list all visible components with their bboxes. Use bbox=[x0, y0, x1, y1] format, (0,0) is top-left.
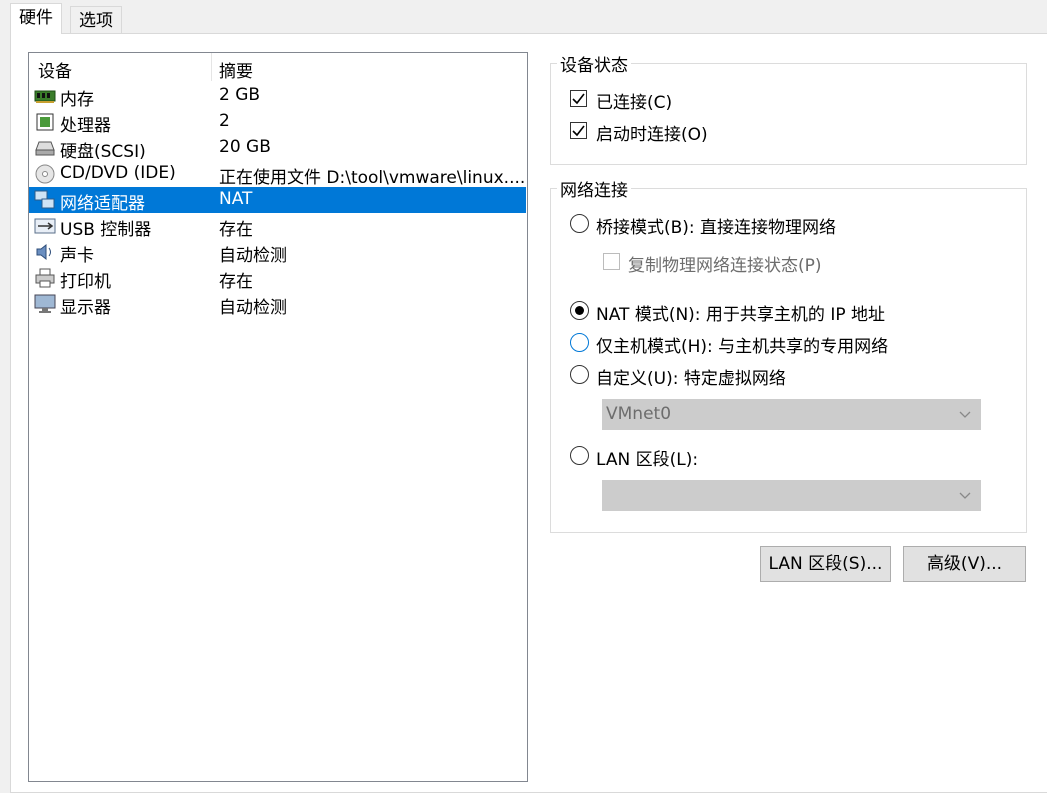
device-name: 网络适配器 bbox=[60, 194, 145, 214]
checkmark-icon bbox=[572, 125, 585, 137]
device-status-group: 设备状态 已连接(C) 启动时连接(O) bbox=[550, 51, 1027, 165]
device-list-header: 设备 摘要 bbox=[29, 53, 527, 83]
cd-dvd-icon bbox=[35, 164, 55, 184]
usb-icon bbox=[34, 218, 56, 234]
device-name: 打印机 bbox=[60, 272, 111, 292]
lan-segment-label[interactable]: LAN 区段(L): bbox=[596, 445, 698, 470]
lan-segments-button-label: LAN 区段(S)... bbox=[768, 554, 883, 574]
device-summary: 2 bbox=[219, 111, 230, 131]
column-header-device[interactable]: 设备 bbox=[38, 57, 72, 82]
lan-segment-select[interactable] bbox=[602, 480, 981, 511]
connect-at-power-on-checkbox[interactable] bbox=[570, 122, 587, 139]
lan-segment-radio[interactable] bbox=[570, 446, 589, 465]
tab-hardware[interactable]: 硬件 bbox=[10, 3, 62, 34]
device-row-memory[interactable]: 内存 2 GB bbox=[29, 83, 526, 110]
custom-radio[interactable] bbox=[570, 365, 589, 384]
replicate-state-checkbox[interactable] bbox=[603, 253, 620, 270]
device-name: 处理器 bbox=[60, 116, 111, 136]
device-name: 显示器 bbox=[60, 298, 111, 318]
device-list[interactable]: 设备 摘要 内存 2 GB 处理器 2 硬盘(SCSI) 20 GB CD/DV… bbox=[28, 52, 528, 782]
connected-label[interactable]: 已连接(C) bbox=[596, 88, 672, 113]
bridged-label[interactable]: 桥接模式(B): 直接连接物理网络 bbox=[596, 213, 836, 238]
device-summary: 存在 bbox=[219, 220, 253, 240]
display-icon bbox=[34, 294, 56, 313]
chevron-down-icon bbox=[959, 411, 971, 418]
processor-icon bbox=[36, 113, 54, 131]
hard-disk-icon bbox=[35, 141, 55, 156]
nat-label[interactable]: NAT 模式(N): 用于共享主机的 IP 地址 bbox=[596, 300, 885, 325]
column-divider[interactable] bbox=[211, 53, 212, 81]
radio-selected-dot bbox=[575, 306, 584, 315]
device-summary: 自动检测 bbox=[219, 298, 287, 318]
custom-network-select[interactable]: VMnet0 bbox=[602, 399, 981, 430]
lan-segments-button[interactable]: LAN 区段(S)... bbox=[760, 546, 891, 582]
device-name: 声卡 bbox=[60, 246, 94, 266]
device-summary: 自动检测 bbox=[219, 246, 287, 266]
printer-icon bbox=[35, 268, 55, 288]
host-only-label[interactable]: 仅主机模式(H): 与主机共享的专用网络 bbox=[596, 332, 888, 357]
device-summary: 正在使用文件 D:\tool\vmware\linux.... bbox=[219, 168, 526, 188]
nat-radio[interactable] bbox=[570, 301, 589, 320]
custom-network-value: VMnet0 bbox=[606, 404, 672, 424]
checkmark-icon bbox=[572, 93, 585, 105]
sound-card-icon bbox=[36, 243, 51, 261]
connected-checkbox[interactable] bbox=[570, 90, 587, 107]
network-connection-group: 网络连接 桥接模式(B): 直接连接物理网络 复制物理网络连接状态(P) NAT… bbox=[550, 176, 1027, 533]
device-row-cd-dvd[interactable]: CD/DVD (IDE) 正在使用文件 D:\tool\vmware\linux… bbox=[29, 161, 526, 188]
connect-at-power-on-label[interactable]: 启动时连接(O) bbox=[596, 120, 708, 145]
device-name: 内存 bbox=[60, 90, 94, 110]
host-only-radio[interactable] bbox=[570, 333, 589, 352]
replicate-state-label[interactable]: 复制物理网络连接状态(P) bbox=[628, 251, 822, 276]
device-row-hard-disk[interactable]: 硬盘(SCSI) 20 GB bbox=[29, 135, 526, 162]
device-name: CD/DVD (IDE) bbox=[60, 163, 176, 183]
device-row-network-adapter[interactable]: 网络适配器 NAT bbox=[29, 187, 526, 214]
memory-icon bbox=[34, 90, 56, 103]
device-row-usb-controller[interactable]: USB 控制器 存在 bbox=[29, 213, 526, 240]
device-name: 硬盘(SCSI) bbox=[60, 142, 146, 162]
device-row-processor[interactable]: 处理器 2 bbox=[29, 109, 526, 136]
advanced-button-label: 高级(V)... bbox=[926, 554, 1003, 574]
device-row-display[interactable]: 显示器 自动检测 bbox=[29, 291, 526, 318]
device-summary: 20 GB bbox=[219, 137, 271, 157]
advanced-button[interactable]: 高级(V)... bbox=[903, 546, 1026, 582]
device-row-sound-card[interactable]: 声卡 自动检测 bbox=[29, 239, 526, 266]
tab-hardware-label: 硬件 bbox=[19, 8, 53, 28]
chevron-down-icon bbox=[959, 492, 971, 499]
device-row-printer[interactable]: 打印机 存在 bbox=[29, 265, 526, 292]
tab-options[interactable]: 选项 bbox=[70, 6, 122, 34]
tab-options-label: 选项 bbox=[79, 11, 113, 31]
device-summary: NAT bbox=[219, 189, 253, 209]
column-header-summary[interactable]: 摘要 bbox=[219, 57, 253, 82]
custom-label[interactable]: 自定义(U): 特定虚拟网络 bbox=[596, 364, 786, 389]
device-summary: 2 GB bbox=[219, 85, 261, 105]
bridged-radio[interactable] bbox=[570, 214, 589, 233]
device-name: USB 控制器 bbox=[60, 220, 152, 240]
network-connection-title: 网络连接 bbox=[557, 176, 631, 201]
device-summary: 存在 bbox=[219, 272, 253, 292]
device-status-title: 设备状态 bbox=[557, 51, 631, 76]
network-adapter-icon bbox=[34, 190, 55, 209]
